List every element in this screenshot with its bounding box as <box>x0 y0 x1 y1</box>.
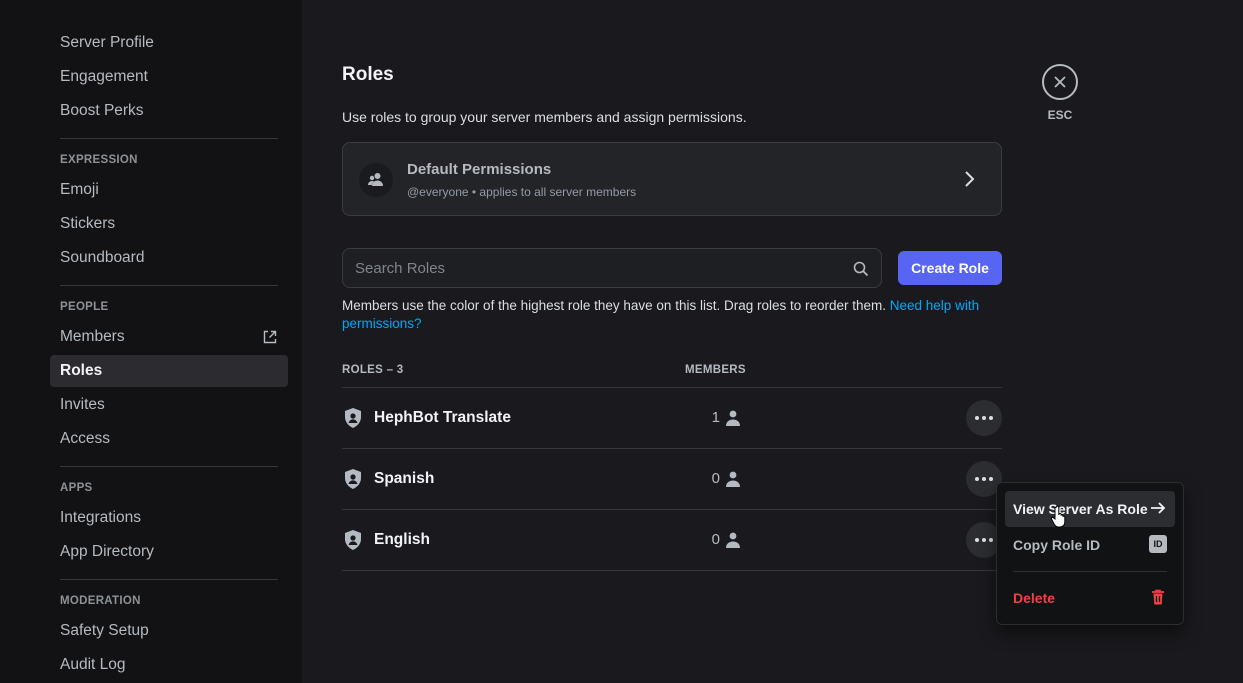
default-permissions-card[interactable]: Default Permissions @everyone • applies … <box>342 142 1002 216</box>
sidebar-divider <box>60 579 278 580</box>
role-more-button[interactable] <box>966 400 1002 436</box>
menu-item-label: View Server As Role <box>1013 501 1148 517</box>
person-icon <box>726 471 740 487</box>
more-dots-icon <box>975 416 993 420</box>
chevron-right-icon <box>965 171 975 187</box>
row-divider <box>342 570 1002 571</box>
sidebar-header-people: PEOPLE <box>60 301 109 313</box>
sidebar-item-soundboard[interactable]: Soundboard <box>50 242 288 274</box>
sidebar-header-apps: APPS <box>60 482 93 494</box>
id-icon: ID <box>1149 535 1167 553</box>
arrow-right-icon <box>1151 502 1166 514</box>
sidebar-item-label: Engagement <box>60 68 148 85</box>
sidebar-item-label: Access <box>60 430 110 447</box>
role-member-count: 0 <box>711 531 720 548</box>
shield-icon <box>345 469 361 489</box>
default-permissions-subtitle: @everyone • applies to all server member… <box>407 185 637 199</box>
role-row[interactable]: HephBot Translate 1 <box>342 388 1002 448</box>
view-server-as-role-item[interactable]: View Server As Role <box>1005 491 1175 527</box>
external-link-icon <box>263 330 277 344</box>
sidebar-divider <box>60 466 278 467</box>
copy-role-id-item[interactable]: Copy Role ID ID <box>1005 527 1175 563</box>
role-name: English <box>374 531 430 548</box>
settings-sidebar: Server Profile Engagement Boost Perks EX… <box>0 0 302 683</box>
esc-label: ESC <box>1047 108 1073 122</box>
roles-column-header: ROLES – 3 <box>342 364 404 376</box>
sidebar-item-engagement[interactable]: Engagement <box>50 61 288 93</box>
sidebar-item-safety-setup[interactable]: Safety Setup <box>50 615 288 647</box>
sidebar-item-server-profile[interactable]: Server Profile <box>50 27 288 59</box>
person-icon <box>726 410 740 426</box>
sidebar-item-audit-log[interactable]: Audit Log <box>50 649 288 681</box>
sidebar-item-invites[interactable]: Invites <box>50 389 288 421</box>
more-dots-icon <box>975 477 993 481</box>
sidebar-item-label: App Directory <box>60 543 154 560</box>
menu-item-label: Copy Role ID <box>1013 537 1101 553</box>
sidebar-item-stickers[interactable]: Stickers <box>50 208 288 240</box>
search-roles-input[interactable] <box>343 249 833 287</box>
close-icon <box>1054 76 1066 88</box>
search-roles-box <box>342 248 882 288</box>
sidebar-item-members[interactable]: Members <box>50 321 288 353</box>
more-dots-icon <box>975 538 993 542</box>
role-context-menu: View Server As Role Copy Role ID ID Dele… <box>996 482 1184 625</box>
person-icon <box>726 532 740 548</box>
role-name: HephBot Translate <box>374 409 511 426</box>
shield-icon <box>345 530 361 550</box>
sidebar-item-access[interactable]: Access <box>50 423 288 455</box>
role-member-count: 1 <box>711 409 720 426</box>
sidebar-item-label: Invites <box>60 396 105 413</box>
role-name: Spanish <box>374 470 435 487</box>
sidebar-header-moderation: MODERATION <box>60 595 141 607</box>
sidebar-divider <box>60 138 278 139</box>
sidebar-item-label: Server Profile <box>60 34 154 51</box>
menu-divider <box>1013 571 1167 572</box>
sidebar-item-label: Audit Log <box>60 656 126 673</box>
sidebar-item-integrations[interactable]: Integrations <box>50 502 288 534</box>
roles-hint: Members use the color of the highest rol… <box>342 297 992 333</box>
sidebar-item-emoji[interactable]: Emoji <box>50 174 288 206</box>
roles-hint-text: Members use the color of the highest rol… <box>342 298 890 313</box>
shield-icon <box>345 408 361 428</box>
sidebar-item-label: Members <box>60 328 125 345</box>
sidebar-item-label: Safety Setup <box>60 622 149 639</box>
sidebar-item-roles[interactable]: Roles <box>50 355 288 387</box>
default-permissions-title: Default Permissions <box>407 161 552 178</box>
create-role-button[interactable]: Create Role <box>898 251 1002 285</box>
sidebar-item-boost-perks[interactable]: Boost Perks <box>50 95 288 127</box>
default-permissions-icon-wrap <box>359 163 393 197</box>
delete-role-item[interactable]: Delete <box>1005 580 1175 616</box>
role-row[interactable]: English 0 <box>342 510 1002 570</box>
search-icon[interactable] <box>853 261 869 277</box>
sidebar-item-label: Integrations <box>60 509 141 526</box>
sidebar-item-label: Soundboard <box>60 249 145 266</box>
sidebar-header-expression: EXPRESSION <box>60 154 138 166</box>
menu-item-label: Delete <box>1013 590 1056 606</box>
sidebar-divider <box>60 285 278 286</box>
trash-icon <box>1152 589 1164 605</box>
people-icon <box>368 173 383 186</box>
sidebar-item-app-directory[interactable]: App Directory <box>50 536 288 568</box>
close-button[interactable] <box>1042 64 1078 100</box>
role-row[interactable]: Spanish 0 <box>342 449 1002 509</box>
sidebar-item-label: Stickers <box>60 215 116 232</box>
page-title: Roles <box>342 64 394 85</box>
sidebar-item-label: Emoji <box>60 181 99 198</box>
sidebar-item-label: Boost Perks <box>60 102 144 119</box>
role-member-count: 0 <box>711 470 720 487</box>
page-description: Use roles to group your server members a… <box>342 109 747 125</box>
sidebar-item-label: Roles <box>60 362 103 379</box>
members-column-header: MEMBERS <box>685 364 746 376</box>
